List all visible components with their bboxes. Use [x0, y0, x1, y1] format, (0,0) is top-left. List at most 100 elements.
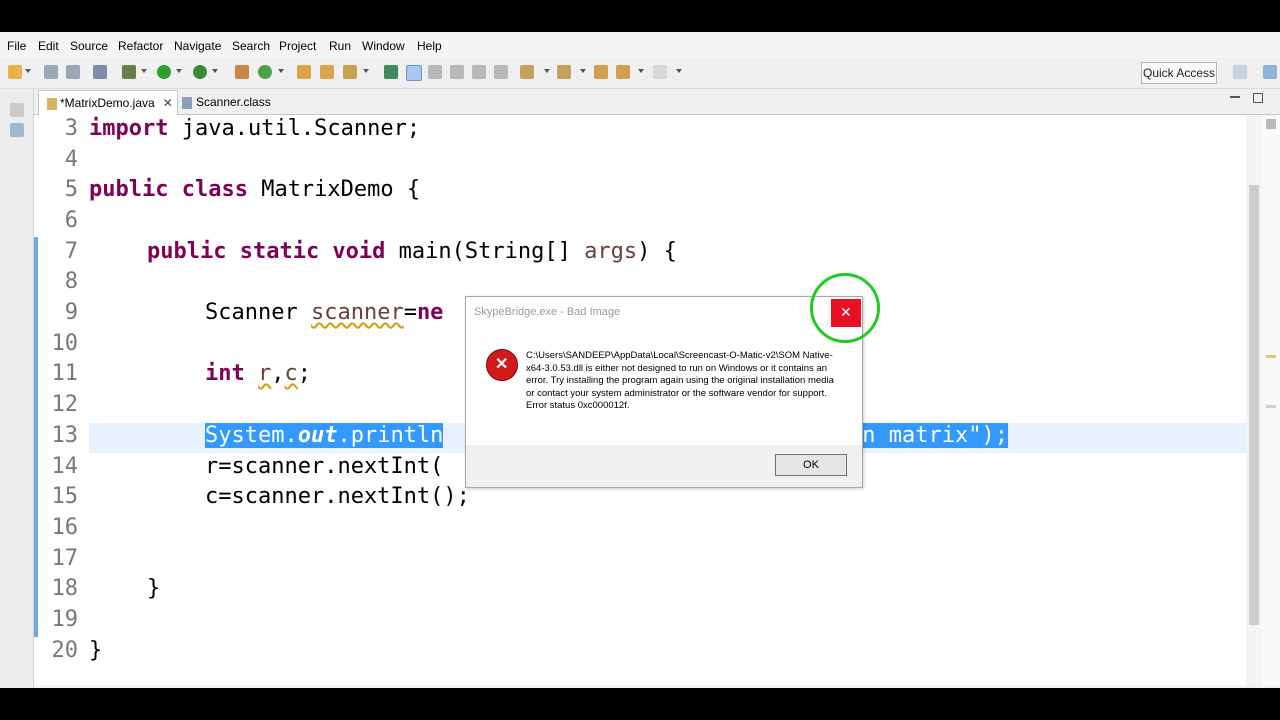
- java-perspective-icon[interactable]: [1263, 65, 1277, 79]
- package-explorer-icon[interactable]: [10, 123, 24, 137]
- line-number: 9: [64, 300, 78, 325]
- dropdown-arrow-icon[interactable]: [544, 69, 550, 73]
- error-icon: ✕: [486, 349, 518, 381]
- new-java-project-icon[interactable]: [235, 65, 249, 79]
- dropdown-arrow-icon[interactable]: [638, 69, 644, 73]
- warning-marker-icon[interactable]: [1266, 355, 1276, 358]
- dialog-message: C:\Users\SANDEEP\AppData\Local\Screencas…: [526, 350, 834, 412]
- save-icon[interactable]: [44, 65, 58, 79]
- line-number: 11: [51, 361, 79, 386]
- code-text: java.util.Scanner;: [168, 116, 421, 141]
- open-type-icon[interactable]: [297, 65, 311, 79]
- line-number: 10: [51, 331, 79, 356]
- dropdown-arrow-icon[interactable]: [580, 69, 586, 73]
- dropdown-arrow-icon[interactable]: [176, 69, 182, 73]
- new-class-icon[interactable]: [258, 65, 272, 79]
- block-selection-icon[interactable]: [450, 65, 464, 79]
- line-number: 19: [51, 607, 79, 632]
- ok-button[interactable]: OK: [775, 454, 847, 476]
- run-icon[interactable]: [157, 65, 171, 79]
- variable: r: [258, 361, 272, 386]
- menu-search[interactable]: Search: [232, 39, 270, 53]
- code-text: =: [403, 300, 417, 325]
- code-line: Scanner scanner=ne: [205, 300, 443, 325]
- annotation-marker-icon[interactable]: [1266, 405, 1276, 408]
- show-whitespace-icon[interactable]: [472, 65, 486, 79]
- next-annotation-icon[interactable]: [520, 65, 534, 79]
- tab-label: Scanner.class: [196, 95, 271, 109]
- keyword: int: [205, 361, 245, 386]
- cursor-highlight-ring: [810, 273, 880, 343]
- line-number: 13: [51, 423, 79, 448]
- main-toolbar: Quick Access: [0, 58, 1280, 89]
- dropdown-arrow-icon[interactable]: [278, 69, 284, 73]
- open-perspective-icon[interactable]: [1233, 65, 1247, 79]
- code-line: r=scanner.nextInt(: [205, 454, 444, 479]
- line-number: 4: [64, 147, 78, 172]
- error-dialog: SkypeBridge.exe - Bad Image ✕ ✕ C:\Users…: [465, 296, 863, 488]
- scrollbar-thumb[interactable]: [1249, 185, 1259, 625]
- line-number: 7: [64, 239, 78, 264]
- menu-project[interactable]: Project: [279, 39, 316, 53]
- dialog-title: SkypeBridge.exe - Bad Image: [474, 306, 621, 318]
- restore-icon[interactable]: [10, 103, 24, 117]
- keyword: ne: [416, 300, 444, 325]
- tab-matrixdemo[interactable]: *MatrixDemo.java ✕: [38, 90, 178, 115]
- annotation-icon[interactable]: [384, 65, 398, 79]
- dropdown-arrow-icon[interactable]: [212, 69, 218, 73]
- code-line: }: [147, 576, 161, 601]
- tab-scanner-class[interactable]: Scanner.class: [180, 90, 290, 114]
- variable: args: [584, 239, 638, 264]
- dropdown-arrow-icon[interactable]: [141, 69, 147, 73]
- line-number: 5: [64, 177, 78, 202]
- menu-run[interactable]: Run: [329, 39, 351, 53]
- line-number: 12: [51, 392, 79, 417]
- overview-marker-icon: [1266, 119, 1276, 129]
- menu-file[interactable]: File: [7, 39, 26, 53]
- last-edit-location-icon[interactable]: [594, 65, 608, 79]
- minimize-icon[interactable]: [1230, 96, 1240, 98]
- code-text: main(String[]: [385, 239, 585, 264]
- code-text: .println: [337, 423, 444, 448]
- save-all-icon[interactable]: [66, 65, 80, 79]
- menu-help[interactable]: Help: [417, 39, 442, 53]
- back-icon[interactable]: [616, 65, 630, 79]
- toggle-word-wrap-icon[interactable]: [428, 65, 442, 79]
- line-number: 15: [51, 484, 79, 509]
- line-number: 14: [51, 454, 79, 479]
- forward-icon[interactable]: [653, 65, 667, 79]
- menu-edit[interactable]: Edit: [38, 39, 59, 53]
- skip-breakpoints-icon[interactable]: [93, 65, 107, 79]
- search-icon[interactable]: [343, 65, 357, 79]
- editor-tab-row: *MatrixDemo.java ✕ Scanner.class: [34, 90, 1280, 115]
- code-line-selected: System.out.println: [205, 423, 444, 448]
- open-task-icon[interactable]: [320, 65, 334, 79]
- menu-refactor[interactable]: Refactor: [118, 39, 163, 53]
- dropdown-arrow-icon[interactable]: [676, 69, 682, 73]
- menu-source[interactable]: Source: [70, 39, 108, 53]
- menu-navigate[interactable]: Navigate: [174, 39, 221, 53]
- quick-access-field[interactable]: Quick Access: [1141, 62, 1217, 84]
- dropdown-arrow-icon[interactable]: [25, 69, 31, 73]
- line-number: 3: [64, 116, 78, 141]
- dropdown-arrow-icon[interactable]: [363, 69, 369, 73]
- new-icon[interactable]: [8, 65, 22, 79]
- maximize-icon[interactable]: [1253, 93, 1263, 103]
- show-paragraph-icon[interactable]: [494, 65, 508, 79]
- code-line: }: [89, 638, 103, 663]
- class-file-icon: [182, 96, 192, 109]
- mark-occurrences-icon[interactable]: [406, 65, 422, 81]
- previous-annotation-icon[interactable]: [557, 65, 571, 79]
- code-line: c=scanner.nextInt();: [205, 484, 470, 509]
- keyword: public static void: [147, 239, 386, 264]
- line-number: 18: [51, 576, 79, 601]
- coverage-icon[interactable]: [193, 65, 207, 79]
- menu-window[interactable]: Window: [362, 39, 405, 53]
- code-line-selected-tail: in matrix");: [849, 423, 1008, 448]
- debug-icon[interactable]: [122, 65, 136, 79]
- keyword: import: [89, 116, 169, 141]
- vertical-scrollbar[interactable]: [1246, 115, 1262, 685]
- close-icon[interactable]: ✕: [163, 96, 173, 110]
- code-line: import java.util.Scanner;: [89, 116, 420, 141]
